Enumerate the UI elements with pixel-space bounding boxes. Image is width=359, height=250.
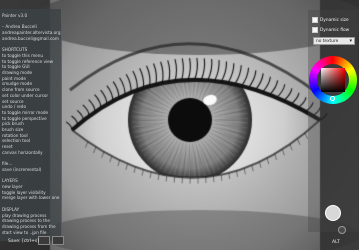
shortcut-line: file... — [2, 161, 13, 167]
dynamic-flow-toggle[interactable]: Dynamic flow — [312, 26, 356, 34]
shortcut-line: paint mode — [2, 75, 26, 81]
shortcut-line: drawing mode — [2, 70, 33, 75]
shortcut-line: set source — [2, 98, 24, 104]
shortcut-line: andrea.bucceli@gmail.com — [2, 35, 59, 41]
status-line: Save: [ctrl+s] — [8, 239, 39, 244]
shortcut-line: set color under cursor — [2, 92, 49, 98]
shortcut-line: undo / redo — [2, 104, 27, 110]
shortcut-line: drawing process to the — [2, 218, 51, 224]
brush-preview-icon[interactable] — [325, 205, 341, 221]
slider-handle[interactable] — [338, 226, 346, 234]
shortcut-line: toggle layer visibility — [2, 189, 46, 195]
shortcut-line: canvas horizontally — [2, 149, 43, 155]
bottom-button-2[interactable] — [52, 236, 64, 245]
dynamic-flow-label: Dynamic flow — [320, 27, 350, 33]
shortcut-line: start view to ..jpn file — [2, 229, 47, 235]
shortcut-line: DISPLAY — [2, 206, 20, 212]
shortcut-line: new layer — [2, 184, 23, 189]
shortcut-line: save (incremental) — [2, 166, 42, 172]
shortcut-line: to toggle this menu — [2, 52, 44, 58]
texture-select-value: no texture — [316, 39, 339, 44]
color-marker-icon — [330, 96, 335, 101]
alt-label: ALT — [332, 240, 340, 245]
shortcut-line: smudge mode — [2, 81, 33, 87]
shortcut-line: to toggle reference view — [2, 58, 54, 64]
saturation-value-picker[interactable] — [321, 68, 345, 92]
shortcut-line: reset — [2, 144, 13, 150]
shortcut-line: andreapainter.altervista.org — [2, 30, 61, 36]
shortcut-line: – Andrea Bucceli — [2, 24, 37, 30]
shortcut-line: merge layer with lower one — [2, 195, 60, 201]
bottom-button-1[interactable] — [38, 236, 50, 245]
shortcut-line: clone from source — [2, 87, 40, 93]
shortcut-line: brush size — [2, 127, 24, 132]
shortcut-line: Painter v3.0 — [2, 13, 28, 18]
shortcut-line: SHORTCUTS — [2, 47, 28, 53]
dynamic-flow-checkbox[interactable] — [312, 27, 318, 33]
shortcut-line: LAYERS — [2, 178, 18, 184]
shortcut-line: selection tool — [2, 138, 31, 144]
dynamic-size-toggle[interactable]: Dynamic size — [312, 16, 356, 24]
shortcut-line: to toggle GUI — [2, 64, 30, 70]
shortcut-line: pick brush — [2, 121, 24, 127]
shortcut-line: to toggle perspective — [2, 115, 47, 121]
shortcut-line: play drawing process — [2, 212, 47, 218]
chevron-down-icon: ▾ — [349, 38, 352, 44]
shortcuts-panel: Painter v3.0 – Andrea Bucceli andreapainte… — [0, 9, 62, 241]
shortcut-line: to toggle mirror mode — [2, 109, 49, 115]
dynamic-size-label: Dynamic size — [320, 17, 349, 23]
shortcut-line: drawing process from the — [2, 223, 56, 229]
shortcut-line: rotation tool — [2, 132, 28, 138]
texture-select[interactable]: no texture ▾ — [313, 37, 355, 45]
dynamic-size-checkbox[interactable] — [312, 17, 318, 23]
